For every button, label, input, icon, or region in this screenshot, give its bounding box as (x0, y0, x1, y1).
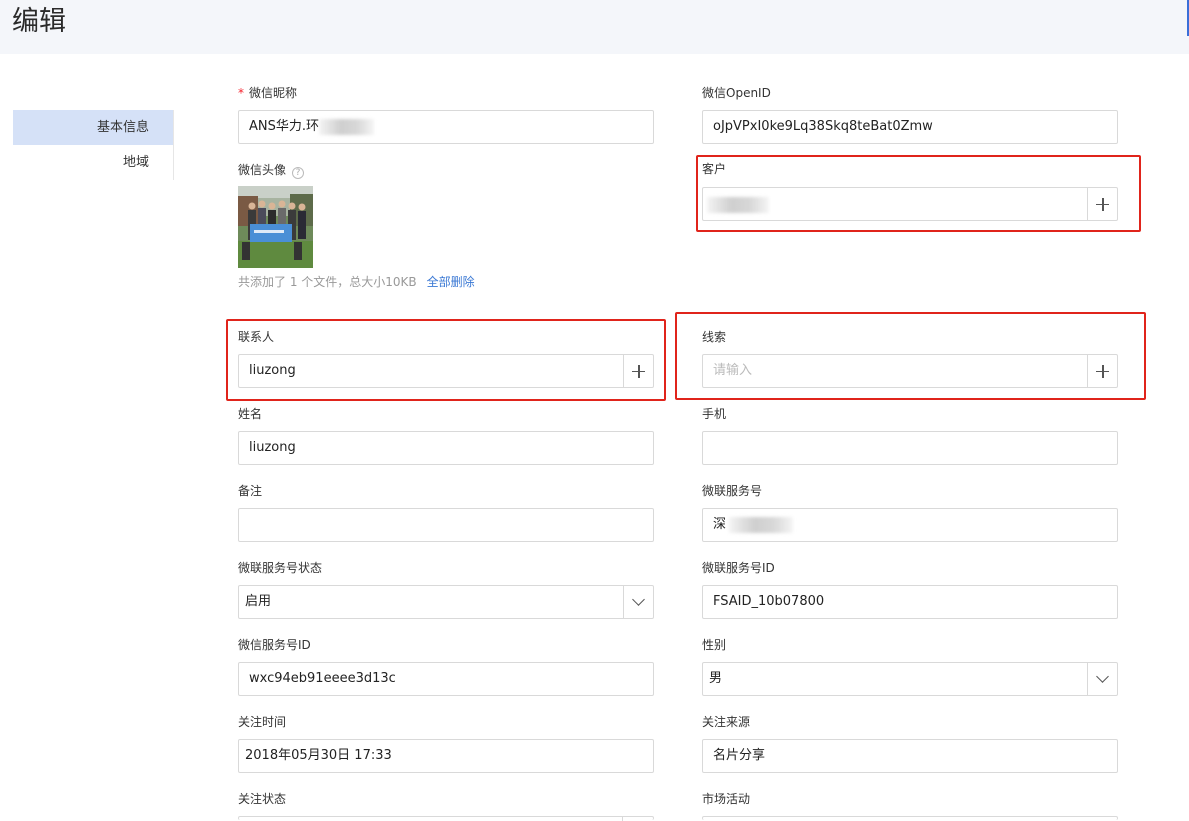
highlight-box-lead (675, 312, 1146, 400)
follow-status-select[interactable] (238, 816, 654, 821)
name-label: 姓名 (238, 407, 263, 421)
wechat-nickname-label-text: 微信昵称 (249, 86, 298, 100)
chevron-down-icon (1096, 670, 1109, 683)
service-account-input[interactable]: 深 (702, 508, 1118, 542)
name-input[interactable]: liuzong (238, 431, 654, 465)
name-value: liuzong (249, 440, 296, 455)
wechat-openid-input[interactable]: oJpVPxI0ke9Lq38Skq8teBat0Zmw (702, 110, 1118, 144)
gender-value: 男 (709, 671, 723, 686)
mobile-label: 手机 (702, 407, 727, 421)
gender-select[interactable]: 男 (702, 662, 1118, 696)
mobile-input[interactable] (702, 431, 1118, 465)
avatar-photo (238, 186, 313, 268)
status-dropdown-toggle[interactable] (623, 586, 653, 618)
follow-time-label: 关注时间 (238, 715, 287, 729)
service-account-id-value: FSAID_10b07800 (713, 594, 825, 609)
highlight-box-contact (226, 319, 666, 401)
required-mark: * (238, 86, 244, 100)
remark-label: 备注 (238, 484, 263, 498)
wechat-avatar-label-text: 微信头像 (238, 163, 287, 177)
redaction-blur (319, 119, 374, 135)
wechat-nickname-input[interactable]: ANS华力.环 (238, 110, 654, 144)
wechat-nickname-label: * 微信昵称 (238, 85, 297, 101)
service-account-label: 微联服务号 (702, 484, 763, 498)
follow-status-label: 关注状态 (238, 792, 287, 806)
avatar-thumbnail[interactable] (238, 186, 313, 268)
wechat-service-id-label: 微信服务号ID (238, 638, 311, 652)
campaign-input[interactable] (702, 816, 1118, 820)
service-account-status-value: 启用 (245, 594, 272, 609)
page-title: 编辑 (12, 6, 66, 37)
wechat-openid-value: oJpVPxI0ke9Lq38Skq8teBat0Zmw (713, 119, 933, 134)
remark-input[interactable] (238, 508, 654, 542)
chevron-down-icon (632, 593, 645, 606)
wechat-openid-label: 微信OpenID (702, 86, 771, 100)
side-nav: 基本信息 地域 (13, 110, 174, 180)
service-account-id-input[interactable]: FSAID_10b07800 (702, 585, 1118, 619)
follow-source-value: 名片分享 (713, 748, 766, 763)
redaction-blur (729, 517, 793, 533)
wechat-service-id-value: wxc94eb91eeee3d13c (249, 671, 396, 686)
follow-source-input[interactable]: 名片分享 (702, 739, 1118, 773)
campaign-label: 市场活动 (702, 792, 751, 806)
page-header: 编辑 (0, 0, 1189, 54)
gender-label: 性别 (702, 638, 727, 652)
help-icon[interactable]: ? (292, 167, 305, 179)
service-account-status-label: 微联服务号状态 (238, 561, 323, 575)
file-summary: 共添加了 1 个文件，总大小10KB 全部删除 (238, 274, 475, 290)
highlight-box-customer (696, 155, 1141, 232)
follow-status-addon-divider (622, 817, 623, 821)
wechat-nickname-value: ANS华力.环 (249, 119, 320, 134)
wechat-service-id-input[interactable]: wxc94eb91eeee3d13c (238, 662, 654, 696)
nav-item-basic-info[interactable]: 基本信息 (13, 110, 173, 145)
file-summary-text: 共添加了 1 个文件，总大小10KB (238, 275, 417, 289)
service-account-id-label: 微联服务号ID (702, 561, 775, 575)
nav-item-region[interactable]: 地域 (13, 145, 173, 180)
follow-source-label: 关注来源 (702, 715, 751, 729)
follow-time-input[interactable]: 2018年05月30日 17:33 (238, 739, 654, 773)
gender-dropdown-toggle[interactable] (1087, 663, 1117, 695)
service-account-status-select[interactable]: 启用 (238, 585, 654, 619)
service-account-value: 深 (713, 517, 727, 532)
follow-time-value: 2018年05月30日 17:33 (245, 748, 392, 763)
delete-all-link[interactable]: 全部删除 (427, 275, 475, 289)
wechat-avatar-label: 微信头像? (238, 162, 305, 179)
